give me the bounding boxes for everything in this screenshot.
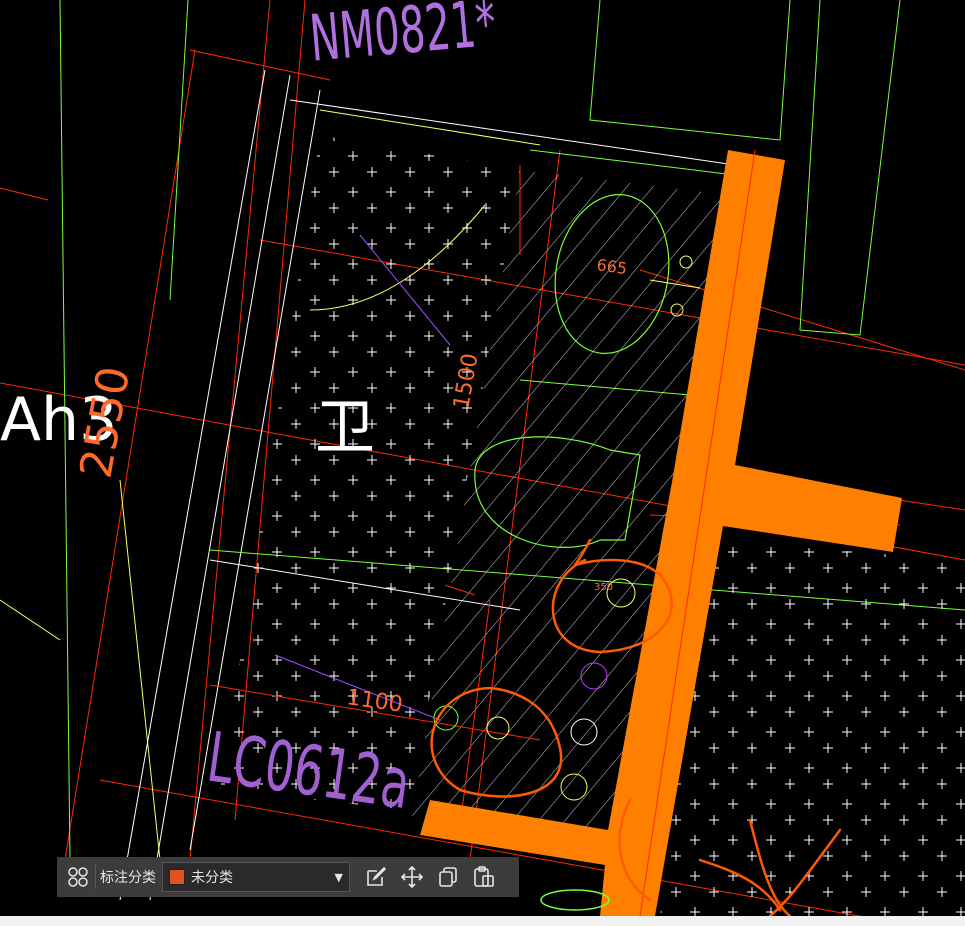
room-char-label: 卫 <box>315 393 375 463</box>
cad-drawing-canvas[interactable]: NM0821* Ah3 2550 1500 665 350 1100 LC061… <box>0 0 965 916</box>
window-tag-label: NM0821* <box>307 0 499 76</box>
category-select[interactable]: 未分类 ▼ <box>162 862 350 892</box>
paste-button[interactable] <box>466 861 502 893</box>
grid-four-icon[interactable] <box>63 862 93 892</box>
dimension-350-label: 350 <box>594 582 613 593</box>
green-markup <box>540 889 610 911</box>
paste-icon <box>474 866 494 887</box>
edit-pencil-icon <box>367 866 387 886</box>
category-select-value: 未分类 <box>191 870 233 886</box>
status-bar <box>0 916 965 926</box>
edit-annotation-button[interactable] <box>358 861 394 893</box>
copy-icon <box>439 867 457 887</box>
move-arrows-icon <box>400 865 424 889</box>
toolbar-divider <box>95 865 96 889</box>
category-color-swatch <box>169 869 185 885</box>
category-label: 标注分类 <box>100 870 156 886</box>
copy-button[interactable] <box>430 861 466 893</box>
dimension-2550-label: 2550 <box>71 363 141 482</box>
annotation-toolbar: 标注分类 未分类 ▼ <box>57 857 519 897</box>
chevron-down-icon: ▼ <box>334 870 343 884</box>
move-button[interactable] <box>394 861 430 893</box>
